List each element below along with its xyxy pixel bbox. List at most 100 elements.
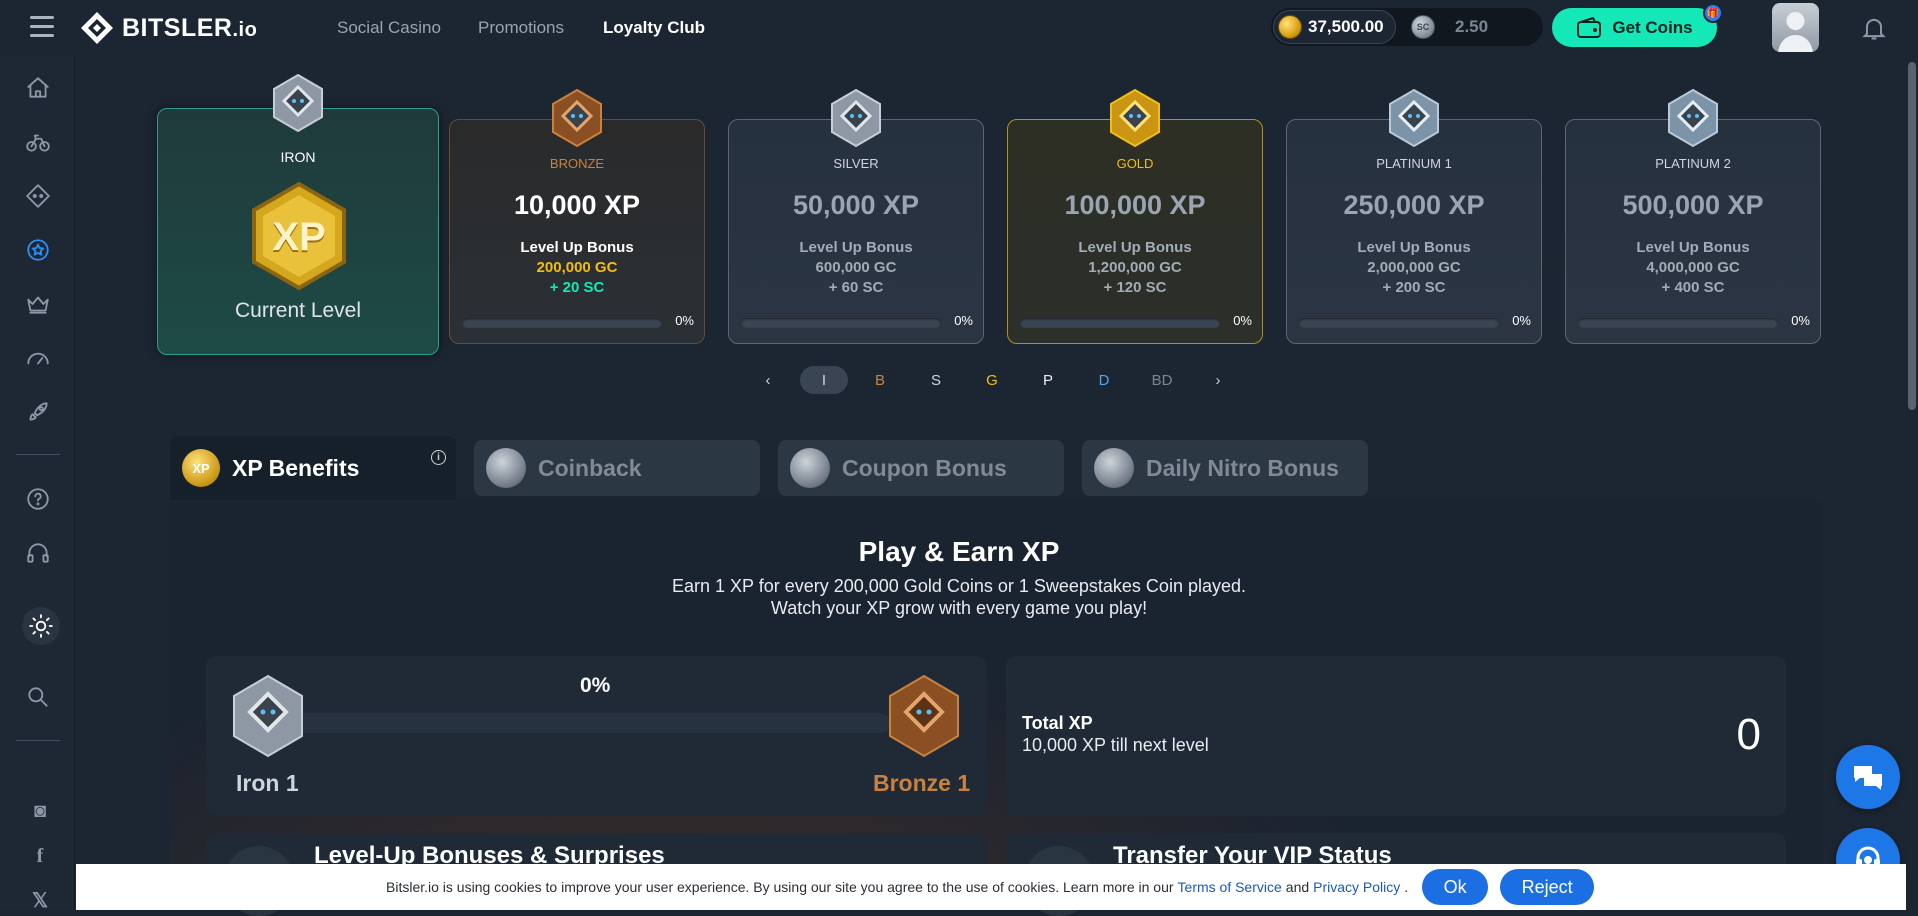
pager-prev-button[interactable]: ‹ [754, 366, 782, 394]
tier-name: PLATINUM 2 [1655, 156, 1731, 171]
panel-subtitle-1: Earn 1 XP for every 200,000 Gold Coins o… [672, 576, 1246, 596]
tier-bonus: Level Up Bonus 200,000 GC + 20 SC [450, 238, 704, 298]
cookie-reject-button[interactable]: Reject [1500, 869, 1595, 905]
tier-xp-requirement: 100,000 XP [1064, 190, 1206, 220]
get-coins-button[interactable]: Get Coins 🎁 [1552, 3, 1723, 47]
tier-progress-percent: 0% [1233, 313, 1252, 328]
tier-card-iron[interactable]: IRON XP Current Level [157, 73, 439, 355]
pager-next-button[interactable]: › [1204, 366, 1232, 394]
tab-xp-benefits[interactable]: XP XP Benefits i [170, 436, 456, 500]
chat-bubble-icon[interactable] [1836, 745, 1900, 809]
tab-daily-nitro-bonus[interactable]: Daily Nitro Bonus [1082, 440, 1368, 496]
coinback-icon [486, 448, 526, 488]
sidebar-divider [16, 454, 60, 455]
to-level-label: Bronze 1 [873, 770, 971, 796]
level-up-bonus-label: Level Up Bonus [520, 239, 634, 256]
sc-amount: 2.50 [1455, 17, 1489, 36]
bonus-sc: + 200 SC [1382, 279, 1446, 296]
vip-crown-icon[interactable] [20, 286, 56, 322]
notification-bell-icon[interactable] [1860, 14, 1888, 42]
cookie-banner: Bitsler.io is using cookies to improve y… [76, 864, 1906, 910]
gold-coin-icon [1278, 15, 1302, 39]
xp-till-next-level: 10,000 XP till next level [1022, 735, 1209, 755]
search-icon[interactable] [20, 679, 56, 715]
pager-item-p[interactable]: P [1034, 366, 1062, 394]
panel-subtitle-2: Watch your XP grow with every game you p… [770, 598, 1148, 618]
current-level-label: Current Level [234, 299, 362, 322]
tier-progress-bar [741, 318, 941, 328]
pager-item-bd[interactable]: BD [1148, 366, 1176, 394]
tier-xp-requirement: 10,000 XP [513, 190, 641, 220]
gift-icon: 🎁 [1703, 3, 1723, 23]
xp-coin-icon: XP [182, 449, 220, 487]
tier-card-silver[interactable]: SILVER 50,000 XP Level Up Bonus 600,000 GC +… [728, 88, 984, 344]
bronze-badge-icon [549, 88, 605, 148]
tier-progress-bar [1299, 318, 1499, 328]
menu-hamburger-icon[interactable] [30, 16, 54, 38]
bonus-gc: 600,000 GC [815, 259, 897, 276]
cookie-ok-button[interactable]: Ok [1422, 869, 1489, 905]
tab-label: Coupon Bonus [842, 454, 1007, 481]
tier-bonus: Level Up Bonus 4,000,000 GC + 400 SC [1566, 238, 1820, 298]
tier-card-platinum-1[interactable]: PLATINUM 1 250,000 XP Level Up Bonus 2,000,… [1286, 88, 1542, 344]
logo[interactable]: BITSLER.io [80, 8, 257, 48]
gc-amount: 37,500.00 [1308, 17, 1384, 36]
pager-item-g[interactable]: G [978, 366, 1006, 394]
facebook-icon[interactable]: f [30, 845, 50, 868]
instagram-icon[interactable]: ◙ [30, 800, 50, 823]
bonus-gc: 200,000 GC [536, 259, 618, 276]
tier-bonus: Level Up Bonus 1,200,000 GC + 120 SC [1008, 238, 1262, 298]
speedometer-icon[interactable] [20, 340, 56, 376]
home-icon[interactable] [20, 70, 56, 106]
tier-name: GOLD [1116, 156, 1154, 171]
bonus-sc: + 20 SC [549, 279, 605, 296]
get-coins-label: Get Coins [1612, 17, 1693, 37]
terms-link[interactable]: Terms of Service [1178, 879, 1282, 895]
loyalty-star-icon[interactable] [20, 232, 56, 268]
casino-dice-icon[interactable] [20, 178, 56, 214]
cookie-and: and [1285, 879, 1310, 895]
level-up-bonus-label: Level Up Bonus [1357, 239, 1471, 256]
tier-progress-percent: 0% [675, 313, 694, 328]
pager-item-i[interactable]: I [800, 366, 848, 394]
tab-coinback[interactable]: Coinback [474, 440, 760, 496]
gold-coin-balance[interactable]: 37,500.00 [1273, 10, 1396, 44]
bonus-sc: + 400 SC [1661, 279, 1725, 296]
rocket-icon[interactable] [20, 394, 56, 430]
iron-badge-icon [270, 73, 326, 133]
level-up-bonus-label: Level Up Bonus [1636, 239, 1750, 256]
tier-card-bronze[interactable]: BRONZE 10,000 XP Level Up Bonus 200,000 GC +… [449, 88, 705, 344]
tab-coupon-bonus[interactable]: Coupon Bonus [778, 440, 1064, 496]
tier-name: PLATINUM 1 [1376, 156, 1452, 171]
xp-badge-text: XP [272, 215, 326, 259]
tier-card-platinum-2[interactable]: PLATINUM 2 500,000 XP Level Up Bonus 4,000,… [1565, 88, 1821, 344]
sweepstakes-coin-balance[interactable]: SC 2.50 [1411, 15, 1488, 39]
tier-progress-bar [1578, 318, 1778, 328]
nav-social-casino[interactable]: Social Casino [337, 18, 441, 38]
page-scrollbar[interactable] [1908, 62, 1916, 410]
pager-item-s[interactable]: S [922, 366, 950, 394]
bonus-sc: + 60 SC [828, 279, 884, 296]
info-icon[interactable]: i [431, 450, 446, 465]
privacy-link[interactable]: Privacy Policy [1313, 879, 1400, 895]
wallet-balance: 37,500.00 SC 2.50 [1271, 8, 1543, 46]
tab-label: Coinback [538, 454, 642, 481]
cookie-dot: . [1404, 879, 1409, 895]
pager-item-b[interactable]: B [866, 366, 894, 394]
tab-label: XP Benefits [232, 454, 360, 481]
pager-item-d[interactable]: D [1090, 366, 1118, 394]
avatar[interactable] [1772, 3, 1819, 52]
xp-hexagon-badge: XP [249, 181, 349, 291]
tier-progress-percent: 0% [954, 313, 973, 328]
iron-badge-icon [230, 674, 306, 758]
tier-card-gold[interactable]: GOLD 100,000 XP Level Up Bonus 1,200,000 GC… [1007, 88, 1263, 344]
x-twitter-icon[interactable]: 𝕏 [30, 888, 50, 913]
nav-loyalty-club[interactable]: Loyalty Club [603, 18, 705, 38]
sports-bike-icon[interactable] [20, 124, 56, 160]
progress-percent: 0% [580, 674, 611, 697]
tier-progress-bar [1020, 318, 1220, 328]
help-icon[interactable] [20, 481, 56, 517]
nav-promotions[interactable]: Promotions [478, 18, 564, 38]
top-bar: BITSLER.io Social Casino Promotions Loya… [0, 0, 1918, 55]
tier-xp-requirement: 50,000 XP [792, 190, 920, 220]
